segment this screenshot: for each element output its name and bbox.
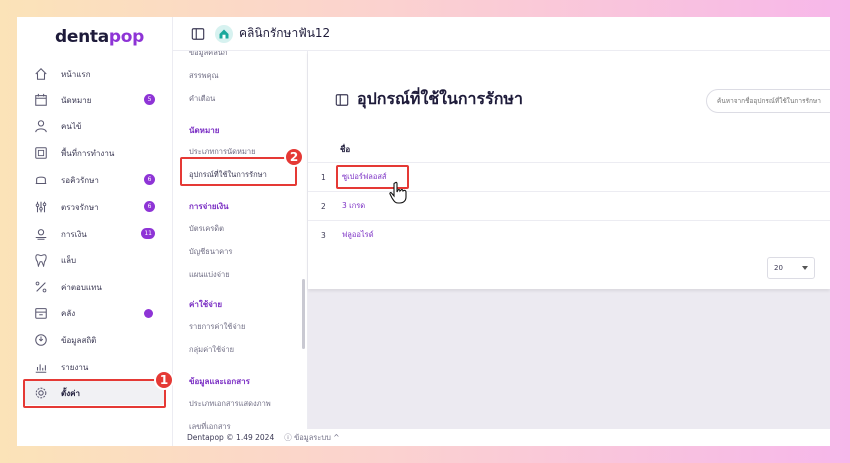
hand-cursor-icon xyxy=(389,181,407,204)
submenu-item[interactable]: แผนแบ่งจ่าย xyxy=(189,269,230,281)
submenu-item[interactable]: คำเตือน xyxy=(189,93,215,105)
sidebar-item-label: แล็บ xyxy=(61,255,77,265)
highlight-treatment-equipment xyxy=(180,157,297,186)
tools-icon xyxy=(33,199,49,215)
sidebar-item-label: รอคิวรักษา xyxy=(61,175,99,185)
tooth-icon xyxy=(33,252,49,268)
submenu-section-appointment: นัดหมาย xyxy=(189,126,220,135)
table-row[interactable]: 3 ฟลูออไรด์ xyxy=(308,220,830,249)
submenu-item[interactable]: กลุ่มค่าใช้จ่าย xyxy=(189,344,234,356)
calendar-icon xyxy=(33,92,49,108)
submenu-item[interactable]: ข้อมูลคลินิก xyxy=(189,51,227,59)
sidebar-item-label: ค่าตอบแทน xyxy=(61,282,102,292)
sidebar-item-appointment[interactable]: นัดหมาย 5 xyxy=(23,88,165,112)
page-title-text: อุปกรณ์ที่ใช้ในการรักษา xyxy=(357,89,523,108)
footer: Dentapop © 1.49 2024 ⓘ ข้อมูลระบบ ^ xyxy=(173,429,830,446)
home-icon xyxy=(33,66,49,82)
sidebar-item-label: รายงาน xyxy=(61,362,89,372)
count-badge: 11 xyxy=(141,228,155,239)
submenu-item[interactable]: รายการค่าใช้จ่าย xyxy=(189,321,245,333)
toggle-sidebar-icon[interactable] xyxy=(191,27,205,41)
submenu-item[interactable]: สรรพคุณ xyxy=(189,70,219,82)
sidebar-item-stats[interactable]: ข้อมูลสถิติ xyxy=(23,328,165,352)
submenu-scrollbar[interactable] xyxy=(302,279,305,349)
submenu-item[interactable]: บัญชีธนาคาร xyxy=(189,246,232,258)
panel-icon xyxy=(335,93,349,106)
sidebar-item-finance[interactable]: การเงิน 11 xyxy=(23,222,165,246)
row-name-link[interactable]: 3 เกรด xyxy=(342,200,365,212)
sidebar-item-lab[interactable]: แล็บ xyxy=(23,248,165,272)
step-badge-1: 1 xyxy=(154,370,174,390)
version-text: Dentapop © 1.49 2024 xyxy=(187,433,275,442)
search-input[interactable] xyxy=(706,89,830,113)
count-badge: 6 xyxy=(144,174,155,185)
sidebar-item-label: คนไข้ xyxy=(61,121,82,131)
sidebar-item-label: การเงิน xyxy=(61,229,87,239)
equipment-card: อุปกรณ์ที่ใช้ในการรักษา ชื่อ 1 ซูเปอร์ฟล… xyxy=(308,51,830,289)
row-number: 3 xyxy=(321,230,326,240)
row-number: 1 xyxy=(321,172,326,182)
clinic-home-icon xyxy=(215,24,233,43)
clinic-name[interactable]: คลินิกรักษาฟัน12 xyxy=(239,24,330,43)
submenu-section-expense: ค่าใช้จ่าย xyxy=(189,300,223,309)
step-badge-2: 2 xyxy=(284,147,304,167)
sidebar-item-label: ตรวจรักษา xyxy=(61,202,99,212)
dentapop-logo[interactable]: dentapop xyxy=(55,27,144,47)
count-badge: 5 xyxy=(144,94,155,105)
sidebar-item-compensation[interactable]: ค่าตอบแทน xyxy=(23,275,165,299)
submenu-item[interactable]: ประเภทเอกสารแสดงภาพ xyxy=(189,398,271,410)
column-header-name: ชื่อ xyxy=(340,145,351,154)
page-size-select[interactable]: 20 xyxy=(767,257,815,279)
user-icon xyxy=(33,118,49,134)
sidebar-item-label: คลัง xyxy=(61,308,76,318)
chevron-down-icon xyxy=(802,266,808,270)
app-window: dentapop หน้าแรก นัดหมาย 5 คนไข้ พื้นที่… xyxy=(17,17,830,446)
notification-dot xyxy=(144,309,153,318)
table-row[interactable]: 2 3 เกรด xyxy=(308,191,830,220)
highlight-settings xyxy=(23,379,166,408)
submenu-section-docs: ข้อมูลและเอกสาร xyxy=(189,377,250,386)
sidebar-item-label: นัดหมาย xyxy=(61,95,92,105)
sidebar-item-home[interactable]: หน้าแรก xyxy=(23,62,165,86)
sidebar-item-queue[interactable]: รอคิวรักษา 6 xyxy=(23,168,165,192)
sidebar-item-patients[interactable]: คนไข้ xyxy=(23,114,165,138)
system-info-toggle[interactable]: ⓘ ข้อมูลระบบ ^ xyxy=(284,432,339,444)
page-title: อุปกรณ์ที่ใช้ในการรักษา xyxy=(335,87,523,112)
sidebar-item-report[interactable]: รายงาน xyxy=(23,355,165,379)
sidebar-item-workspace[interactable]: พื้นที่การทำงาน xyxy=(23,141,165,165)
sidebar-item-label: พื้นที่การทำงาน xyxy=(61,148,115,158)
box-icon xyxy=(33,305,49,321)
chair-icon xyxy=(33,172,49,188)
sidebar-item-label: ข้อมูลสถิติ xyxy=(61,335,97,345)
sidebar-item-label: หน้าแรก xyxy=(61,69,91,79)
page-size-value: 20 xyxy=(774,264,783,272)
sidebar-item-inventory[interactable]: คลัง xyxy=(23,301,165,325)
stats-icon xyxy=(33,332,49,348)
sidebar-item-treatment[interactable]: ตรวจรักษา 6 xyxy=(23,195,165,219)
submenu-section-finance: การจ่ายเงิน xyxy=(189,202,229,211)
percent-icon xyxy=(33,279,49,295)
count-badge: 6 xyxy=(144,201,155,212)
submenu-item[interactable]: บัตรเครดิต xyxy=(189,223,224,235)
row-name-link[interactable]: ฟลูออไรด์ xyxy=(342,229,374,241)
row-number: 2 xyxy=(321,201,326,211)
workspace-icon xyxy=(33,145,49,161)
money-icon xyxy=(33,226,49,242)
report-icon xyxy=(33,359,49,375)
main-content: อุปกรณ์ที่ใช้ในการรักษา ชื่อ 1 ซูเปอร์ฟล… xyxy=(308,51,830,429)
submenu-item[interactable]: เลขที่เอกสาร xyxy=(189,421,231,429)
settings-submenu: ข้อมูลคลินิก สรรพคุณ คำเตือน นัดหมาย ประ… xyxy=(173,51,308,429)
header: คลินิกรักษาฟัน12 xyxy=(173,17,830,51)
